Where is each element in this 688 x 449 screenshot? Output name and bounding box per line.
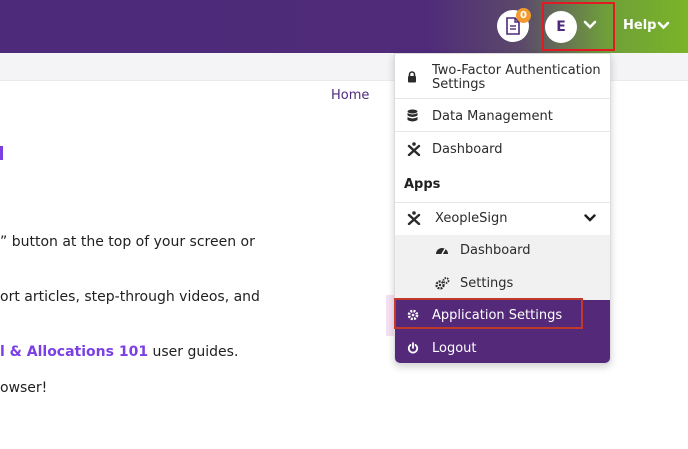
menu-item-label: Dashboard	[432, 142, 503, 157]
paragraph-line-4: owser!	[0, 380, 48, 396]
paragraph-line-3-rest: user guides.	[148, 344, 239, 360]
breadcrumb-home-link[interactable]: Home	[331, 88, 369, 103]
power-icon	[407, 342, 419, 354]
chevron-down-icon[interactable]	[583, 20, 597, 30]
submenu-item-dashboard[interactable]: Dashboard	[395, 235, 610, 267]
xeoplesign-submenu: Dashboard Settings	[395, 235, 610, 300]
menu-item-dashboard[interactable]: Dashboard	[395, 133, 610, 165]
menu-item-label: Logout	[432, 341, 477, 356]
menu-item-label: Two-Factor Authentication Settings	[432, 63, 601, 92]
help-chevron-down-icon[interactable]	[657, 21, 670, 30]
help-menu-button[interactable]: Help	[623, 18, 656, 33]
application-settings-highlight-box	[394, 298, 583, 329]
xeoplesign-logo-icon	[407, 211, 421, 225]
submenu-item-label: Settings	[460, 276, 514, 291]
chevron-down-icon[interactable]	[584, 214, 596, 223]
partial-link-fragment	[0, 146, 3, 160]
menu-item-logout[interactable]: Logout	[395, 333, 610, 363]
menu-item-label: XeopleSign	[435, 211, 508, 226]
xeople-logo-icon	[407, 142, 421, 156]
paragraph-line-2: ort articles, step-through videos, and	[0, 289, 260, 305]
notification-badge: 0	[516, 8, 531, 23]
menu-item-xeoplesign[interactable]: XeopleSign	[395, 203, 610, 235]
apps-section-header: Apps	[404, 177, 441, 192]
submenu-item-settings[interactable]: Settings	[395, 268, 610, 300]
menu-item-label: Data Management	[432, 109, 553, 124]
submenu-item-label: Dashboard	[460, 243, 531, 258]
menu-item-data-management[interactable]: Data Management	[395, 100, 610, 132]
guides-link[interactable]: l & Allocations 101	[0, 344, 148, 360]
paragraph-line-3: l & Allocations 101 user guides.	[0, 344, 238, 360]
database-icon	[407, 109, 418, 122]
gauge-icon	[436, 248, 448, 255]
paragraph-line-1: ” button at the top of your screen or	[0, 234, 255, 250]
lock-icon	[408, 71, 416, 83]
cogs-icon	[435, 277, 450, 290]
menu-item-two-factor[interactable]: Two-Factor Authentication Settings	[395, 54, 610, 99]
user-avatar[interactable]: E	[545, 11, 577, 43]
